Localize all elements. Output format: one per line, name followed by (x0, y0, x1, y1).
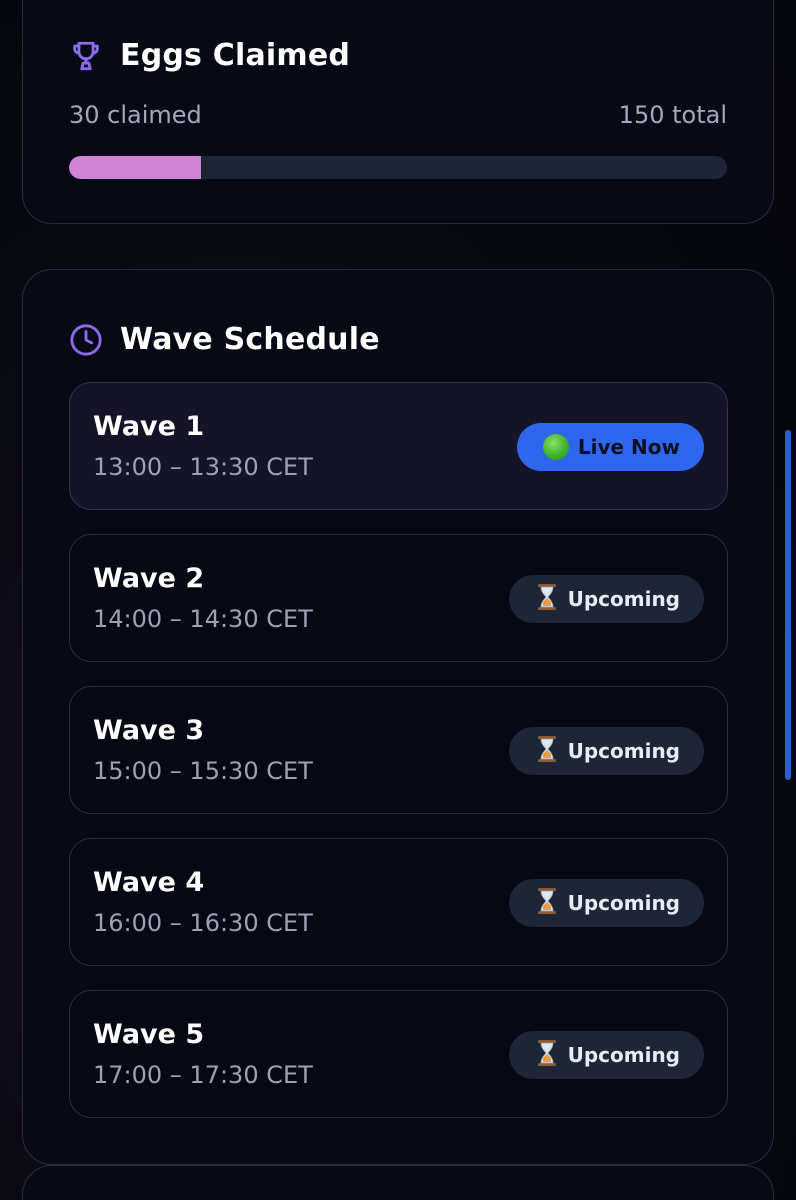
wave-item[interactable]: Wave 5 17:00 – 17:30 CET Upcoming (69, 990, 728, 1118)
wave-item[interactable]: Wave 4 16:00 – 16:30 CET Upcoming (69, 838, 728, 966)
upcoming-badge: Upcoming (508, 727, 704, 775)
total-count: 150 total (618, 101, 727, 129)
hourglass-icon (535, 1039, 559, 1072)
wave-time: 14:00 – 14:30 CET (93, 605, 313, 633)
upcoming-badge: Upcoming (508, 575, 704, 623)
trophy-icon (69, 39, 103, 73)
badge-label: Upcoming (567, 1043, 680, 1067)
wave-name: Wave 4 (93, 867, 205, 898)
claim-progress-bar (69, 156, 727, 179)
wave-time: 15:00 – 15:30 CET (93, 757, 313, 785)
wave-item[interactable]: Wave 2 14:00 – 14:30 CET Upcoming (69, 534, 728, 662)
wave-name: Wave 3 (93, 715, 205, 746)
claimed-count: 30 claimed (69, 101, 202, 129)
wave-time: 17:00 – 17:30 CET (93, 1061, 313, 1089)
badge-label: Upcoming (567, 891, 680, 915)
wave-time: 16:00 – 16:30 CET (93, 909, 313, 937)
badge-label: Live Now (577, 435, 680, 459)
claim-stats: 30 claimed 150 total (69, 101, 727, 129)
wave-schedule-title: Wave Schedule (120, 322, 380, 357)
badge-label: Upcoming (567, 739, 680, 763)
eggs-claimed-card: Eggs Claimed 30 claimed 150 total (22, 0, 774, 224)
claim-progress-fill (69, 156, 201, 179)
wave-schedule-header: Wave Schedule (69, 322, 380, 357)
hourglass-icon (535, 887, 559, 920)
wave-item[interactable]: Wave 1 13:00 – 13:30 CET Live Now (69, 382, 728, 510)
eggs-claimed-header: Eggs Claimed (69, 38, 350, 73)
eggs-claimed-title: Eggs Claimed (120, 38, 351, 73)
clock-icon (69, 323, 103, 357)
wave-item[interactable]: Wave 3 15:00 – 15:30 CET Upcoming (69, 686, 728, 814)
green-dot-icon (542, 434, 569, 460)
wave-name: Wave 1 (93, 411, 205, 442)
hourglass-icon (535, 583, 559, 616)
hourglass-icon (535, 735, 559, 768)
wave-list: Wave 1 13:00 – 13:30 CET Live Now Wave 2… (69, 382, 728, 1142)
wave-name: Wave 5 (93, 1019, 205, 1050)
next-card (22, 1165, 774, 1200)
upcoming-badge: Upcoming (508, 1031, 704, 1079)
wave-time: 13:00 – 13:30 CET (93, 453, 313, 481)
wave-name: Wave 2 (93, 563, 205, 594)
wave-schedule-card: Wave Schedule Wave 1 13:00 – 13:30 CET L… (22, 269, 774, 1165)
live-now-badge: Live Now (516, 423, 704, 471)
upcoming-badge: Upcoming (508, 879, 704, 927)
scrollbar[interactable] (785, 430, 791, 780)
badge-label: Upcoming (567, 587, 680, 611)
